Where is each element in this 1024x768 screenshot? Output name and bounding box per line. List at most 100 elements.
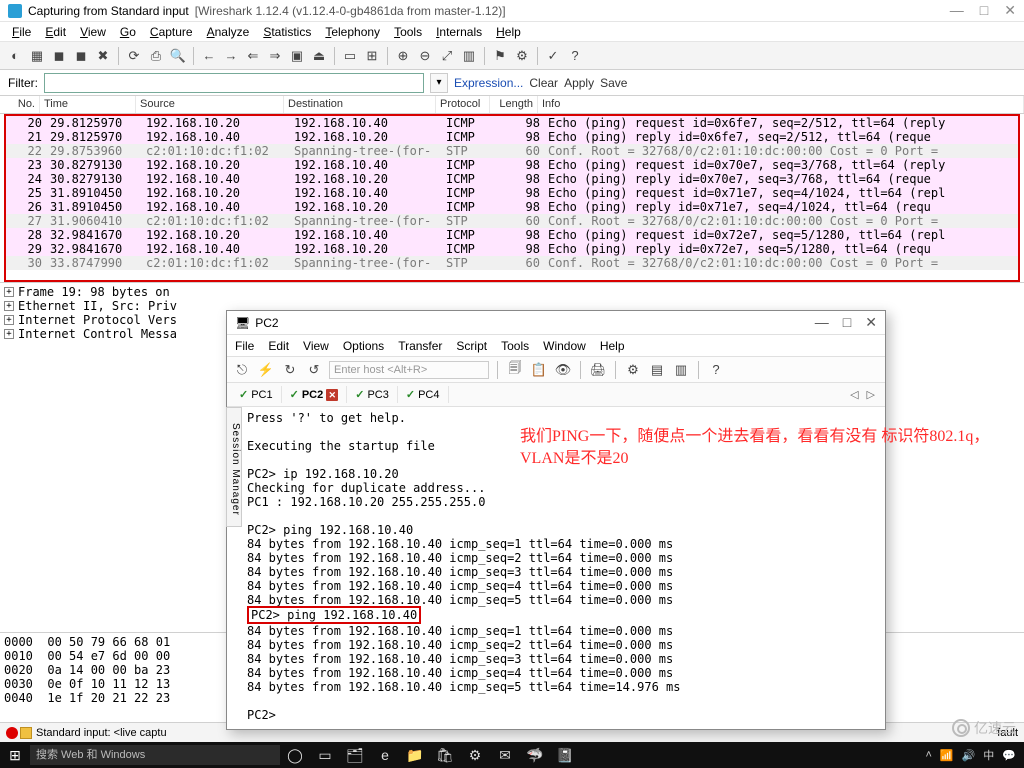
toolbar-btn-0[interactable]: ◐ [6,47,24,65]
pc2-menu-transfer[interactable]: Transfer [398,339,442,353]
packet-row[interactable]: 2330.8279130192.168.10.20192.168.10.40IC… [6,158,1018,172]
toolbar-btn-9[interactable]: → [222,47,240,65]
start-button[interactable]: ⊞ [0,747,30,764]
toolbar-btn-10[interactable]: ⇐ [244,47,262,65]
taskbar-search[interactable]: 搜索 Web 和 Windows [30,745,280,765]
col-length[interactable]: Length [490,96,538,113]
pc2-menu-window[interactable]: Window [543,339,586,353]
taskbar-app-8[interactable]: 🦈 [520,747,550,764]
options-icon[interactable]: ⚙ [624,361,642,379]
packet-row[interactable]: 3033.8747990c2:01:10:dc:f1:02Spanning-tr… [6,256,1018,270]
taskbar-app-7[interactable]: ✉ [490,747,520,764]
pc2-tab-pc4[interactable]: ✓PC4 [398,386,449,403]
packet-row[interactable]: 2832.9841670192.168.10.20192.168.10.40IC… [6,228,1018,242]
toolbar-btn-3[interactable]: ◼ [72,47,90,65]
menu-telephony[interactable]: Telephony [319,23,386,41]
menu-capture[interactable]: Capture [144,23,199,41]
toolbar-btn-19[interactable]: ▥ [460,47,478,65]
pc2-maximize-icon[interactable]: □ [843,314,851,331]
toolbar-btn-15[interactable]: ⊞ [363,47,381,65]
packet-list[interactable]: 2029.8125970192.168.10.20192.168.10.40IC… [4,114,1020,282]
taskbar-app-2[interactable]: 🗂 [340,747,370,764]
toolbar-btn-16[interactable]: ⊕ [394,47,412,65]
toolbar-btn-12[interactable]: ▣ [288,47,306,65]
expand-icon[interactable]: + [4,287,14,297]
col-no[interactable]: No. [0,96,40,113]
pc2-close-icon[interactable]: ✕ [865,314,877,331]
expression-link[interactable]: Expression... [454,76,523,90]
tray-network-icon[interactable]: 📶 [940,749,954,762]
taskbar-app-1[interactable]: ▭ [310,747,340,764]
clear-link[interactable]: Clear [529,76,558,90]
packet-row[interactable]: 2129.8125970192.168.10.40192.168.10.20IC… [6,130,1018,144]
taskbar-app-5[interactable]: 🛍 [430,747,460,764]
toolbar-btn-5[interactable]: ⟳ [125,47,143,65]
taskbar-app-9[interactable]: 📓 [550,747,580,764]
toolbar-btn-13[interactable]: ⏏ [310,47,328,65]
pc2-tab-pc1[interactable]: ✓PC1 [231,386,282,403]
toolbar-btn-20[interactable]: ⚑ [491,47,509,65]
disconnect-icon[interactable]: ↺ [305,361,323,379]
toolbar-btn-7[interactable]: 🔍 [169,47,187,65]
toolbar-btn-21[interactable]: ⚙ [513,47,531,65]
tray-volume-icon[interactable]: 🔊 [962,749,976,762]
print-icon[interactable]: 🖨 [589,361,607,379]
pc2-window[interactable]: 🖥 PC2 — □ ✕ FileEditViewOptionsTransferS… [226,310,886,730]
toolbar-btn-17[interactable]: ⊖ [416,47,434,65]
toolbar-btn-18[interactable]: ⤢ [438,47,456,65]
pc2-menu-file[interactable]: File [235,339,254,353]
paste-icon[interactable]: 📋 [530,361,548,379]
tray-notification-icon[interactable]: 💬 [1002,749,1016,762]
toolbar-btn-6[interactable]: ⎙ [147,47,165,65]
close-icon[interactable]: ✕ [1004,2,1016,19]
tray-ime-icon[interactable]: 中 [983,747,994,763]
toolbar-btn-11[interactable]: ⇒ [266,47,284,65]
toolbar-btn-8[interactable]: ← [200,47,218,65]
expand-icon[interactable]: + [4,329,14,339]
filter-dropdown-icon[interactable]: ▾ [430,73,448,93]
packet-row[interactable]: 2731.9060410c2:01:10:dc:f1:02Spanning-tr… [6,214,1018,228]
pc2-menu-edit[interactable]: Edit [268,339,289,353]
system-tray[interactable]: ˄ 📶 🔊 中 💬 [925,747,1024,763]
toolbar-btn-4[interactable]: ✖ [94,47,112,65]
reconnect-icon[interactable]: ↻ [281,361,299,379]
packet-row[interactable]: 2932.9841670192.168.10.40192.168.10.20IC… [6,242,1018,256]
col-destination[interactable]: Destination [284,96,436,113]
apply-link[interactable]: Apply [564,76,594,90]
menu-help[interactable]: Help [490,23,527,41]
packet-row[interactable]: 2029.8125970192.168.10.20192.168.10.40IC… [6,116,1018,130]
pc2-menu-script[interactable]: Script [456,339,487,353]
tab-prev-icon[interactable]: ◁ [850,388,858,401]
tab-next-icon[interactable]: ▷ [867,388,875,401]
pc2-menu-view[interactable]: View [303,339,329,353]
session-manager-tab[interactable]: Session Manager [226,407,242,527]
packet-row[interactable]: 2430.8279130192.168.10.40192.168.10.20IC… [6,172,1018,186]
menu-statistics[interactable]: Statistics [257,23,317,41]
expand-icon[interactable]: + [4,315,14,325]
pc2-menu-help[interactable]: Help [600,339,625,353]
toolbar-btn-22[interactable]: ✓ [544,47,562,65]
host-input[interactable]: Enter host <Alt+R> [329,361,489,379]
menu-edit[interactable]: Edit [39,23,72,41]
windows-taskbar[interactable]: ⊞ 搜索 Web 和 Windows ◯▭🗂e📁🛍⚙✉🦈📓 ˄ 📶 🔊 中 💬 [0,742,1024,768]
minimize-icon[interactable]: — [950,2,964,19]
col-time[interactable]: Time [40,96,136,113]
toolbar-btn-14[interactable]: ▭ [341,47,359,65]
help-icon[interactable]: ? [707,361,725,379]
taskbar-app-0[interactable]: ◯ [280,747,310,764]
packet-row[interactable]: 2531.8910450192.168.10.20192.168.10.40IC… [6,186,1018,200]
session-icon[interactable]: ▤ [648,361,666,379]
tray-up-icon[interactable]: ˄ [925,749,931,761]
menu-internals[interactable]: Internals [430,23,488,41]
toolbar-btn-1[interactable]: ▦ [28,47,46,65]
pc2-tab-pc2[interactable]: ✓PC2 ✕ [282,386,348,403]
pc2-titlebar[interactable]: 🖥 PC2 — □ ✕ [227,311,885,335]
save-link[interactable]: Save [600,76,627,90]
col-info[interactable]: Info [538,96,1024,113]
connect-icon[interactable]: ⎋ [233,361,251,379]
log-icon[interactable]: ▥ [672,361,690,379]
find-icon[interactable]: 👁 [554,361,572,379]
toolbar-btn-23[interactable]: ? [566,47,584,65]
menu-tools[interactable]: Tools [388,23,428,41]
expand-icon[interactable]: + [4,301,14,311]
